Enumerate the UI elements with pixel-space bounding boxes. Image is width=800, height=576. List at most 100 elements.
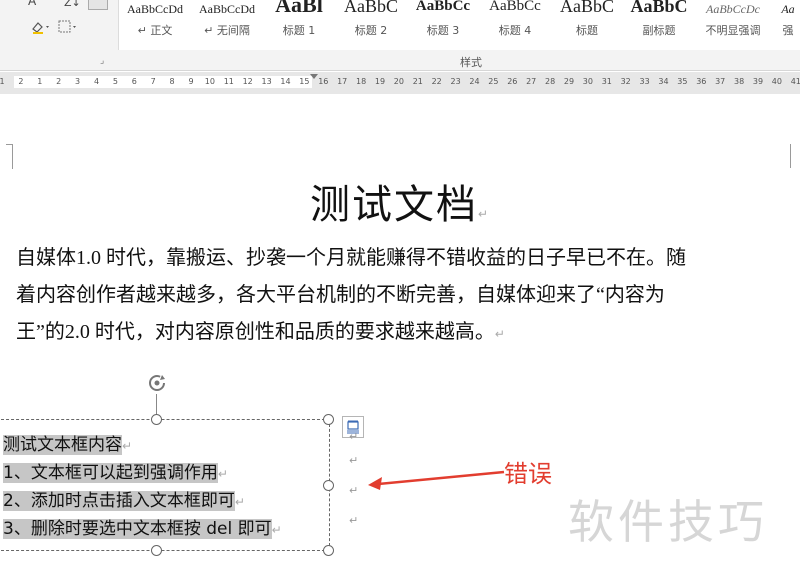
ruler-number: 37 bbox=[715, 77, 726, 86]
ruler-number: 7 bbox=[150, 77, 156, 86]
ruler-number: 32 bbox=[620, 77, 631, 86]
style-label: 强 bbox=[782, 24, 794, 37]
ruler-number: 1 bbox=[37, 77, 43, 86]
selected-text: 1、文本框可以起到强调作用 bbox=[3, 463, 218, 483]
ruler-number: 26 bbox=[507, 77, 518, 86]
style-preview: AaBbC bbox=[560, 0, 614, 16]
style-heading-3[interactable]: AaBbCc 标题 3 bbox=[407, 0, 479, 46]
font-size-button[interactable]: A bbox=[28, 0, 36, 8]
ruler-number: 13 bbox=[261, 77, 272, 86]
rotate-handle-stem bbox=[156, 394, 157, 416]
style-normal[interactable]: AaBbCcDd ↵ 正文 bbox=[119, 0, 191, 46]
ruler-number: 40 bbox=[771, 77, 782, 86]
resize-handle-bottom[interactable] bbox=[151, 545, 162, 556]
ruler-number: 36 bbox=[696, 77, 707, 86]
resize-handle-top[interactable] bbox=[151, 414, 162, 425]
ruler-number: 29 bbox=[563, 77, 575, 86]
paragraph-line: 着内容创作者越来越多，各大平台机制的不断完善，自媒体迎来了“内容为 bbox=[16, 284, 665, 306]
ruler-number: 15 bbox=[299, 77, 310, 86]
crop-mark bbox=[790, 144, 799, 168]
paragraph-line: 王”的2.0 时代，对内容原创性和品质的要求越来越高。↵ bbox=[16, 314, 794, 353]
selected-text: 3、删除时要选中文本框按 del 即可 bbox=[3, 519, 272, 539]
style-preview: AaBbCcDd bbox=[127, 2, 183, 16]
paragraph-dialog-launcher-icon[interactable]: ⌟ bbox=[100, 56, 104, 66]
rotate-handle-icon[interactable] bbox=[146, 372, 168, 394]
style-heading-2[interactable]: AaBbC 标题 2 bbox=[335, 0, 407, 46]
text-box-line: 测试文本框内容↵ bbox=[3, 430, 132, 455]
style-label: 标题 2 bbox=[354, 24, 388, 37]
paragraph-line: 自媒体1.0 时代，靠搬运、抄袭一个月就能赚得不错收益的日子早已不在。随 bbox=[16, 247, 686, 269]
style-label: 标题 4 bbox=[498, 24, 532, 37]
ruler-number: 8 bbox=[169, 77, 175, 86]
styles-gallery: AaBbCcDd ↵ 正文 AaBbCcDd ↵ 无间隔 AaBl 标题 1 A… bbox=[118, 0, 800, 50]
ruler-number: 9 bbox=[188, 77, 194, 86]
style-no-spacing[interactable]: AaBbCcDd ↵ 无间隔 bbox=[191, 0, 263, 46]
text-box[interactable]: 测试文本框内容↵ 1、文本框可以起到强调作用↵ 2、添加时点击插入文本框即可↵ … bbox=[0, 419, 330, 551]
ruler-number: 35 bbox=[677, 77, 688, 86]
ruler-number: 1 bbox=[0, 77, 5, 86]
ruler-number: 28 bbox=[545, 77, 556, 86]
paragraph-mark-icon: ↵ bbox=[349, 514, 359, 527]
style-preview: AaBbC bbox=[344, 0, 398, 16]
style-preview: AaBbCcDd bbox=[199, 2, 255, 16]
resize-handle-top-right[interactable] bbox=[323, 414, 334, 425]
ruler-number: 38 bbox=[734, 77, 745, 86]
borders-icon[interactable] bbox=[58, 20, 82, 37]
selected-text: 2、添加时点击插入文本框即可 bbox=[3, 491, 235, 511]
ruler-number: 41 bbox=[790, 77, 800, 86]
ruler-number: 2 bbox=[18, 77, 24, 86]
document-title-text: 测试文档 bbox=[309, 182, 478, 227]
style-label: 标题 3 bbox=[426, 24, 460, 37]
body-paragraph[interactable]: 自媒体1.0 时代，靠搬运、抄袭一个月就能赚得不错收益的日子早已不在。随 着内容… bbox=[16, 240, 794, 353]
error-arrow-icon bbox=[368, 470, 505, 490]
ruler-number: 3 bbox=[75, 77, 81, 86]
style-subtle-emphasis[interactable]: AaBbCcDc 不明显强调 bbox=[695, 0, 771, 46]
ruler-number: 25 bbox=[488, 77, 499, 86]
horizontal-ruler[interactable]: 1 2 1 2 3 4 5 6 7 8 9 10 11 12 13 14 15 16 17 18 19 20 21 22 23 2… bbox=[0, 72, 800, 94]
ruler-number: 18 bbox=[356, 77, 367, 86]
style-label: ↵ 无间隔 bbox=[204, 24, 250, 37]
text-box-line: 2、添加时点击插入文本框即可↵ bbox=[3, 486, 245, 511]
paragraph-line-text: 王”的2.0 时代，对内容原创性和品质的要求越来越高。 bbox=[16, 321, 495, 343]
show-hide-marks-button[interactable] bbox=[88, 0, 108, 10]
shading-icon[interactable] bbox=[30, 20, 52, 37]
style-label: 标题 1 bbox=[282, 24, 316, 37]
ruler-number: 16 bbox=[318, 77, 329, 86]
style-title[interactable]: AaBbC 标题 bbox=[551, 0, 623, 46]
resize-handle-right[interactable] bbox=[323, 480, 334, 491]
ruler-number: 39 bbox=[752, 77, 764, 86]
ruler-number: 34 bbox=[658, 77, 669, 86]
style-strong[interactable]: Aa 强 bbox=[775, 0, 800, 46]
ruler-number: 30 bbox=[582, 77, 593, 86]
style-preview: Aa bbox=[781, 2, 795, 16]
paragraph-mark-icon: ↵ bbox=[494, 327, 505, 341]
style-subtitle[interactable]: AaBbC 副标题 bbox=[623, 0, 695, 46]
style-preview: AaBbC bbox=[630, 0, 688, 16]
document-page[interactable]: 测试文档↵ 自媒体1.0 时代，靠搬运、抄袭一个月就能赚得不错收益的日子早已不在… bbox=[0, 94, 800, 576]
ruler-number: 23 bbox=[450, 77, 461, 86]
ruler-number: 10 bbox=[204, 77, 215, 86]
ruler-number: 6 bbox=[131, 77, 137, 86]
style-heading-4[interactable]: AaBbCc 标题 4 bbox=[479, 0, 551, 46]
watermark-text: 软件技巧 bbox=[568, 495, 768, 549]
font-group: A Z↓ ⌟ bbox=[0, 0, 112, 70]
indent-marker-icon[interactable] bbox=[310, 74, 318, 79]
resize-handle-bottom-right[interactable] bbox=[323, 545, 334, 556]
paragraph-mark-icon: ↵ bbox=[122, 439, 133, 453]
ruler-number: 22 bbox=[431, 77, 442, 86]
style-preview: AaBbCc bbox=[489, 0, 541, 14]
ruler-number: 24 bbox=[469, 77, 480, 86]
style-label: ↵ 正文 bbox=[137, 24, 173, 37]
ruler-number: 5 bbox=[112, 77, 118, 86]
text-box-line: 1、文本框可以起到强调作用↵ bbox=[3, 458, 228, 483]
document-title[interactable]: 测试文档↵ bbox=[0, 172, 800, 230]
paragraph-mark-icon: ↵ bbox=[477, 207, 491, 221]
ruler-number: 2 bbox=[56, 77, 62, 86]
style-heading-1[interactable]: AaBl 标题 1 bbox=[263, 0, 335, 46]
ruler-number: 19 bbox=[374, 77, 386, 86]
ruler-number: 21 bbox=[412, 77, 423, 86]
ruler-ticks: 1 2 1 2 3 4 5 6 7 8 9 10 11 12 13 14 15 16 17 18 19 20 21 22 23 2… bbox=[0, 76, 800, 90]
sort-button[interactable]: Z↓ bbox=[64, 0, 81, 9]
ruler-number: 33 bbox=[639, 77, 650, 86]
ruler-number: 31 bbox=[601, 77, 612, 86]
